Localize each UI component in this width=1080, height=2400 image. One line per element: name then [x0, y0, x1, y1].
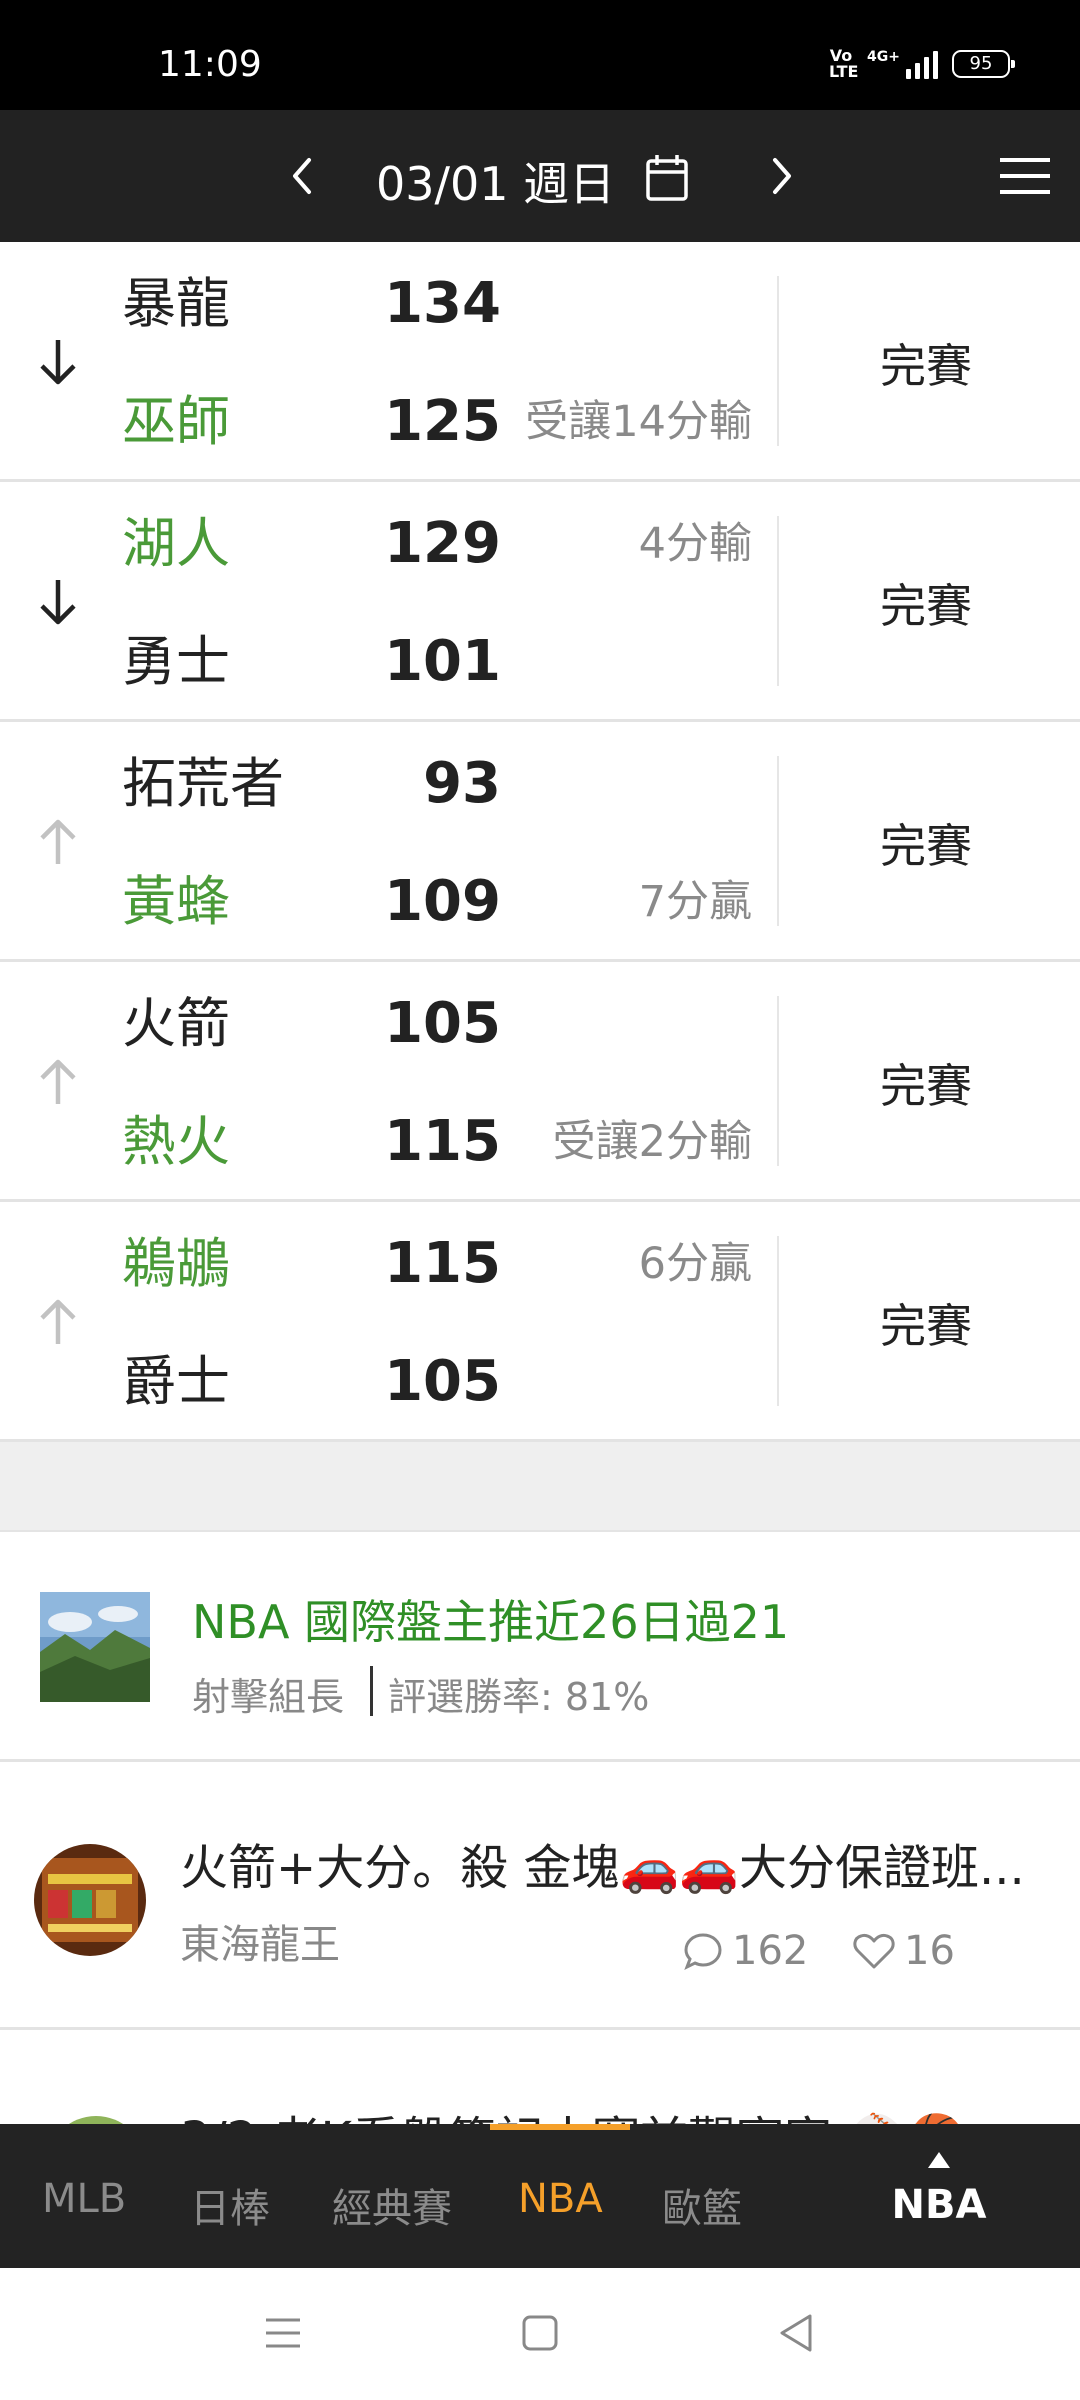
next-day-button[interactable]	[752, 140, 812, 212]
arrow-down-icon	[34, 334, 82, 390]
handicap-result: 7分贏	[638, 877, 752, 927]
chevron-left-icon	[293, 158, 311, 194]
tab-nba[interactable]: NBA	[518, 2176, 603, 2222]
signal-icon: 4G+	[867, 49, 938, 79]
comment-count-value: 162	[732, 1928, 809, 1974]
league-selector-button[interactable]: NBA	[884, 2136, 994, 2256]
network-type: 4G+	[867, 49, 900, 65]
status-bar: 11:09 Vo LTE 4G+ 95	[0, 0, 1080, 110]
arrow-down-icon	[34, 574, 82, 630]
team-name-away: 鵜鶘	[122, 1232, 230, 1295]
post-title[interactable]: 火箭+大分。殺 金塊🚗🚗大分保證班...	[180, 1828, 1025, 1898]
divider	[370, 1666, 373, 1716]
post-author[interactable]: 東海龍王	[180, 1912, 340, 1970]
team-name-away: 拓荒者	[122, 752, 284, 815]
back-icon[interactable]	[772, 2308, 822, 2358]
game-row[interactable]: 拓荒者 93 黃蜂 109 7分贏 完賽	[0, 722, 1080, 962]
post-win-rate: 評選勝率: 81%	[388, 1675, 650, 1719]
volte-icon: Vo LTE	[829, 46, 859, 81]
handicap-result: 4分輸	[638, 519, 752, 569]
caret-up-icon	[928, 2152, 950, 2168]
league-selector-label: NBA	[891, 2182, 987, 2228]
game-status: 完賽	[880, 1299, 972, 1353]
team-name-away: 火箭	[122, 992, 230, 1055]
post-author[interactable]: 射擊組長	[192, 1666, 344, 1721]
menu-button[interactable]	[996, 150, 1054, 202]
game-status: 完賽	[880, 1059, 972, 1113]
handicap-result: 6分贏	[638, 1239, 752, 1289]
post-title[interactable]: NBA 國際盤主推近26日過21	[192, 1586, 789, 1652]
date-header: 03/01 週日	[0, 110, 1080, 242]
comment-count[interactable]: 162	[682, 1928, 808, 1974]
team-name-away: 暴龍	[122, 272, 230, 335]
team-name-home: 黃蜂	[122, 870, 230, 933]
tab-wbc[interactable]: 經典賽	[332, 2176, 452, 2234]
tab-euro-basketball[interactable]: 歐籃	[662, 2176, 742, 2234]
avatar	[46, 2116, 146, 2124]
post-item[interactable]: NBA 國際盤主推近26日過21 射擊組長 評選勝率: 81%	[0, 1532, 1080, 1762]
team-name-home: 巫師	[122, 390, 230, 453]
game-row[interactable]: 湖人 129 勇士 101 4分輸完賽	[0, 482, 1080, 722]
divider	[777, 996, 779, 1166]
section-divider	[0, 1442, 1080, 1532]
league-tab-bar: MLB 日棒 經典賽 NBA 歐籃 NBA	[0, 2124, 1080, 2268]
score-home: 125	[384, 389, 501, 454]
team-name-away: 湖人	[122, 512, 230, 575]
team-name-home: 爵士	[122, 1350, 230, 1413]
like-count[interactable]: 16	[852, 1928, 955, 1974]
calendar-icon	[646, 155, 688, 201]
score-away: 105	[384, 991, 501, 1056]
divider	[777, 1236, 779, 1406]
active-tab-indicator	[490, 2124, 630, 2130]
arrow-up-icon	[34, 814, 82, 870]
tab-mlb[interactable]: MLB	[42, 2176, 126, 2222]
score-home: 109	[384, 869, 501, 934]
comment-icon	[684, 1933, 722, 1971]
divider	[777, 756, 779, 926]
divider	[777, 516, 779, 686]
like-count-value: 16	[904, 1928, 955, 1974]
avatar	[34, 1844, 146, 1956]
post-title[interactable]: 3/2 老K看盤筆記丨賽前觀察家 ⚾🏀	[180, 2100, 967, 2124]
game-status: 完賽	[880, 819, 972, 873]
status-icons: Vo LTE 4G+ 95	[829, 46, 1015, 81]
current-date[interactable]: 03/01 週日	[376, 148, 615, 214]
post-thumbnail	[40, 1592, 150, 1702]
recent-apps-icon[interactable]	[258, 2308, 308, 2358]
tab-npb[interactable]: 日棒	[190, 2176, 270, 2234]
calendar-button[interactable]	[642, 152, 692, 204]
arrow-up-icon	[34, 1054, 82, 1110]
status-time: 11:09	[158, 44, 262, 85]
post-item[interactable]: 3/2 老K看盤筆記丨賽前觀察家 ⚾🏀	[0, 2030, 1080, 2124]
game-status: 完賽	[880, 579, 972, 633]
handicap-result: 受讓14分輸	[525, 397, 752, 447]
post-item[interactable]: 火箭+大分。殺 金塊🚗🚗大分保證班... 東海龍王 162 16	[0, 1762, 1080, 2030]
score-away: 134	[384, 271, 501, 336]
score-away: 93	[423, 751, 501, 816]
game-row[interactable]: 暴龍 134 巫師 125 受讓14分輸 完賽	[0, 242, 1080, 482]
team-name-home: 勇士	[122, 630, 230, 693]
home-icon[interactable]	[515, 2308, 565, 2358]
games-list: 暴龍 134 巫師 125 受讓14分輸 完賽 湖人 129 勇士 101 4分輸 完賽 拓荒者 93 黃蜂…	[0, 242, 1080, 1442]
game-status: 完賽	[880, 339, 972, 393]
arrow-up-icon	[34, 1294, 82, 1350]
battery-icon: 95	[952, 50, 1015, 78]
divider	[777, 276, 779, 446]
score-away: 115	[384, 1231, 501, 1296]
score-home: 105	[384, 1349, 501, 1414]
prev-day-button[interactable]	[272, 140, 332, 212]
score-home: 115	[384, 1109, 501, 1174]
score-away: 129	[384, 511, 501, 576]
game-row[interactable]: 火箭 105 熱火 115 受讓2分輸 完賽	[0, 962, 1080, 1202]
team-name-home: 熱火	[122, 1110, 230, 1173]
chevron-right-icon	[773, 158, 791, 194]
game-row[interactable]: 鵜鶘 115 爵士 105 6分贏完賽	[0, 1202, 1080, 1442]
score-home: 101	[384, 629, 501, 694]
heart-icon	[853, 1933, 895, 1969]
menu-icon	[1000, 158, 1050, 194]
system-nav-bar	[0, 2268, 1080, 2400]
handicap-result: 受讓2分輸	[552, 1117, 752, 1167]
